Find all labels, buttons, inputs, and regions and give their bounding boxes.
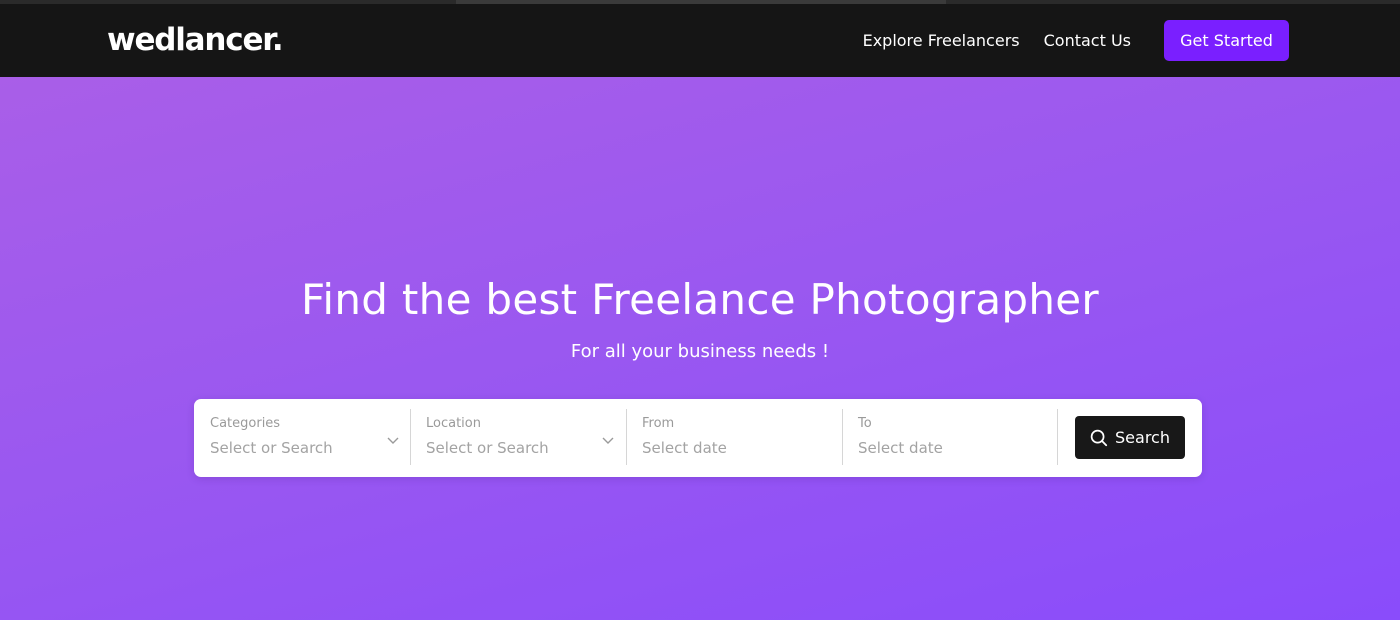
to-label: To [858,416,872,431]
to-placeholder: Select date [858,439,943,457]
get-started-button[interactable]: Get Started [1164,20,1289,61]
logo[interactable]: wedlancer. [107,22,284,58]
categories-placeholder: Select or Search [210,439,333,457]
site-header: wedlancer. Explore Freelancers Contact U… [0,4,1400,77]
hero-subtitle: For all your business needs ! [570,341,830,362]
categories-dropdown[interactable]: Categories Select or Search [194,409,410,465]
search-button-label: Search [1115,428,1170,447]
to-date-field[interactable]: To Select date [842,409,1058,465]
search-icon [1090,429,1108,446]
from-date-field[interactable]: From Select date [626,409,842,465]
nav-link-explore-freelancers[interactable]: Explore Freelancers [863,31,1020,50]
chevron-down-icon[interactable] [385,432,401,448]
location-label: Location [426,416,481,431]
nav-link-contact-us[interactable]: Contact Us [1044,31,1131,50]
field-divider [1057,409,1058,465]
hero-section: Find the best Freelance Photographer For… [0,77,1400,620]
search-button[interactable]: Search [1075,416,1185,459]
from-label: From [642,416,675,431]
categories-label: Categories [210,416,281,431]
location-placeholder: Select or Search [426,439,549,457]
chevron-down-icon[interactable] [600,432,616,448]
search-bar: Categories Select or Search Location Sel… [194,399,1202,477]
from-placeholder: Select date [642,439,727,457]
hero-title: Find the best Freelance Photographer [301,275,1099,324]
location-dropdown[interactable]: Location Select or Search [410,409,626,465]
main-nav: Explore Freelancers Contact Us Get Start… [863,20,1289,61]
